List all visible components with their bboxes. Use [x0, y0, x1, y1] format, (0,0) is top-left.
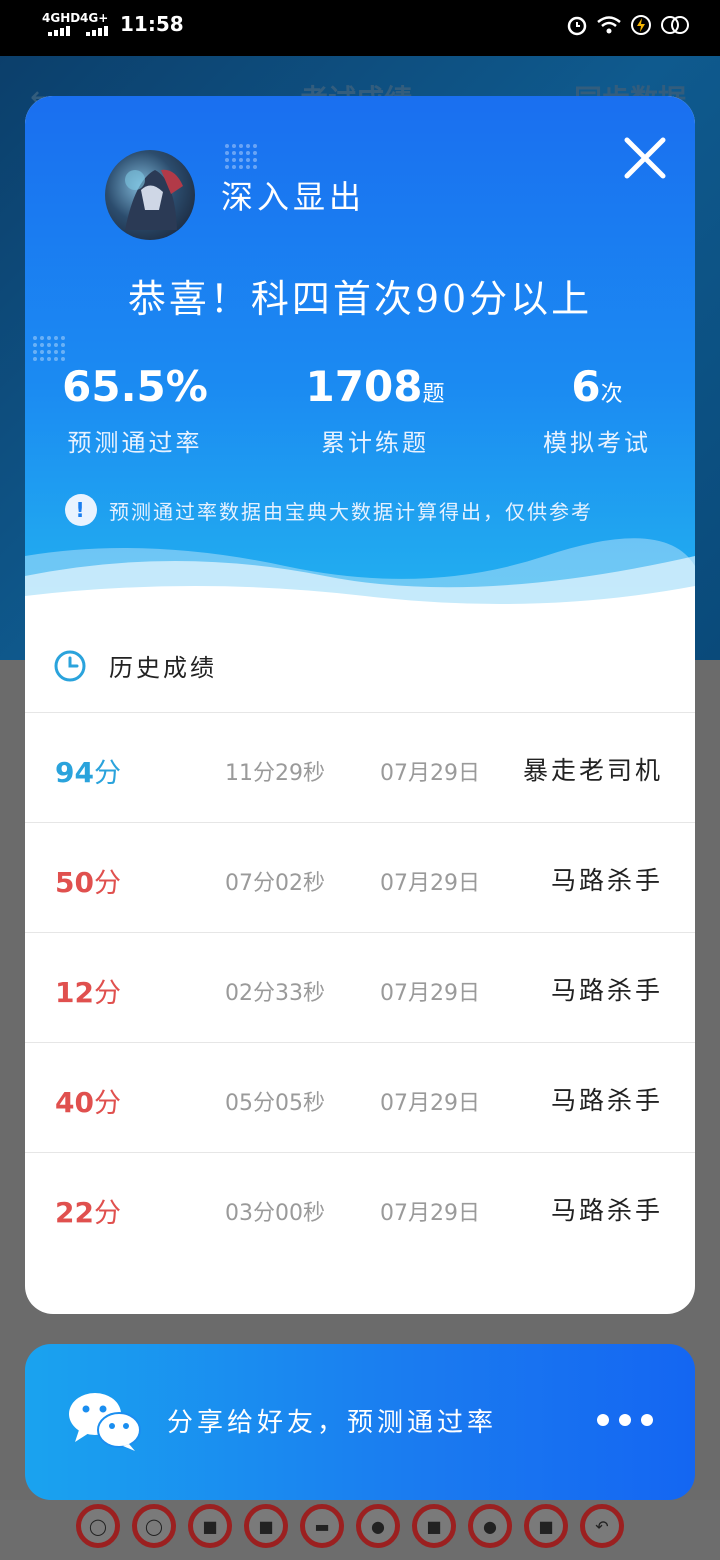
rank-title: 马路杀手	[550, 1086, 663, 1115]
no-tractor-sign-icon: ■	[524, 1504, 568, 1548]
info-icon: !	[65, 494, 97, 526]
no-cart-sign-icon: ■	[412, 1504, 456, 1548]
score-value: 50	[55, 866, 94, 899]
score: 12分	[55, 971, 121, 1010]
network-label-2: 4G+	[80, 11, 109, 25]
score-value: 40	[55, 1086, 94, 1119]
history-title: 历史成绩	[109, 654, 217, 682]
more-dots-icon[interactable]	[597, 1414, 653, 1426]
rank-title: 暴走老司机	[522, 756, 663, 785]
no-bicycle-sign-icon: ◯	[76, 1504, 120, 1548]
traffic-signs-row: ◯ ◯ ■ ■ ▬ ● ■ ● ■ ↶	[76, 1504, 624, 1548]
wechat-icon	[69, 1393, 141, 1451]
score: 50分	[55, 861, 121, 900]
wifi-icon	[597, 16, 621, 34]
stat-label: 模拟考试	[543, 429, 651, 457]
result-modal: 深入显出 恭喜！科四首次90分以上 65.5% 预测通过率 1708题 累计练题…	[25, 96, 695, 1314]
stat-unit: 题	[422, 382, 445, 407]
close-icon[interactable]	[619, 132, 671, 184]
list-item[interactable]: 50分 07分02秒 07月29日 马路杀手	[25, 822, 695, 932]
clock: 11:58	[120, 12, 184, 36]
score-value: 22	[55, 1196, 94, 1229]
leaf-icon	[661, 16, 689, 34]
duration: 03分00秒	[225, 1201, 325, 1226]
no-pedestrian-sign-icon: ●	[356, 1504, 400, 1548]
decoration-dots-left	[33, 336, 65, 361]
disclaimer-text: 预测通过率数据由宝典大数据计算得出，仅供参考	[109, 499, 593, 524]
no-truck-sign-icon: ■	[188, 1504, 232, 1548]
no-motorbike-sign-icon: ◯	[132, 1504, 176, 1548]
status-bar: 4GHD 4G+ 11:58	[0, 0, 720, 56]
share-button[interactable]: 分享给好友，预测通过率	[25, 1344, 695, 1500]
rank-title: 马路杀手	[550, 866, 663, 895]
list-item[interactable]: 12分 02分33秒 07月29日 马路杀手	[25, 932, 695, 1042]
no-bus-sign-icon: ▬	[300, 1504, 344, 1548]
stat-value: 1708	[305, 362, 423, 411]
date: 07月29日	[380, 871, 480, 896]
score-unit: 分	[93, 978, 121, 1009]
no-trailer-sign-icon: ■	[244, 1504, 288, 1548]
stat-unit: 次	[600, 382, 623, 407]
signal-icon-1	[48, 26, 70, 36]
stat-questions: 1708题 累计练题	[275, 362, 475, 458]
score: 94分	[55, 751, 121, 790]
share-label: 分享给好友，预测通过率	[167, 1408, 498, 1438]
status-icons	[566, 14, 690, 36]
clock-icon	[54, 650, 86, 681]
duration: 02分33秒	[225, 981, 325, 1006]
score-unit: 分	[93, 758, 121, 789]
no-handcart-sign-icon: ●	[468, 1504, 512, 1548]
congrats-headline: 恭喜！科四首次90分以上	[127, 277, 593, 321]
history-list: 94分 11分29秒 07月29日 暴走老司机 50分 07分02秒 07月29…	[25, 712, 695, 1262]
date: 07月29日	[380, 1201, 480, 1226]
duration: 05分05秒	[225, 1091, 325, 1116]
stat-value: 6	[571, 362, 601, 411]
score-unit: 分	[93, 1198, 121, 1229]
decoration-dots	[225, 144, 257, 169]
stat-pass-rate: 65.5% 预测通过率	[35, 362, 235, 458]
battery-saver-icon	[631, 15, 651, 35]
result-header: 深入显出 恭喜！科四首次90分以上 65.5% 预测通过率 1708题 累计练题…	[25, 96, 695, 626]
date: 07月29日	[380, 761, 480, 786]
wave-decoration	[25, 538, 695, 626]
no-left-turn-sign-icon: ↶	[580, 1504, 624, 1548]
list-item[interactable]: 40分 05分05秒 07月29日 马路杀手	[25, 1042, 695, 1152]
date: 07月29日	[380, 1091, 480, 1116]
stat-mock-exams: 6次 模拟考试	[497, 362, 695, 458]
score-value: 94	[55, 756, 94, 789]
alarm-icon	[567, 16, 587, 36]
history-header: 历史成绩	[53, 648, 217, 683]
score-unit: 分	[93, 1088, 121, 1119]
stat-label: 预测通过率	[67, 429, 203, 457]
score-value: 12	[55, 976, 94, 1009]
signal-icon-2	[86, 26, 108, 36]
duration: 07分02秒	[225, 871, 325, 896]
rank-title: 马路杀手	[550, 976, 663, 1005]
list-item[interactable]: 94分 11分29秒 07月29日 暴走老司机	[25, 712, 695, 822]
stat-label: 累计练题	[321, 429, 429, 457]
avatar	[105, 150, 195, 240]
disclaimer-note: ! 预测通过率数据由宝典大数据计算得出，仅供参考	[65, 494, 593, 526]
stat-value: 65.5%	[62, 362, 208, 411]
username: 深入显出	[221, 178, 366, 216]
rank-title: 马路杀手	[550, 1196, 663, 1225]
duration: 11分29秒	[225, 761, 325, 786]
list-item[interactable]: 22分 03分00秒 07月29日 马路杀手	[25, 1152, 695, 1262]
score: 40分	[55, 1081, 121, 1120]
score: 22分	[55, 1191, 121, 1230]
date: 07月29日	[380, 981, 480, 1006]
network-label-1: 4GHD	[42, 11, 81, 25]
score-unit: 分	[93, 868, 121, 899]
